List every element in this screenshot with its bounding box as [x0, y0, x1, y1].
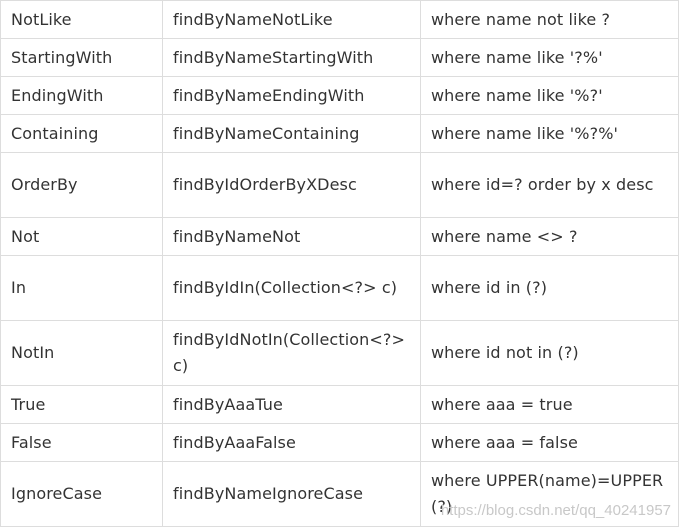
query-keyword-table-wrapper: NotLike findByNameNotLike where name not…: [0, 0, 679, 527]
table-row: Containing findByNameContaining where na…: [0, 114, 679, 153]
method-cell: findByNameStartingWith: [162, 38, 421, 77]
method-cell: findByNameNotLike: [162, 0, 421, 39]
keyword-cell: StartingWith: [0, 38, 163, 77]
keyword-cell: NotIn: [0, 320, 163, 386]
method-cell: findByNameNot: [162, 217, 421, 256]
sql-cell: where id not in (?): [420, 320, 679, 386]
table-row: In findByIdIn(Collection<?> c) where id …: [0, 255, 679, 321]
keyword-cell: In: [0, 255, 163, 321]
method-cell: findByIdIn(Collection<?> c): [162, 255, 421, 321]
table-row: NotIn findByIdNotIn(Collection<?> c) whe…: [0, 320, 679, 386]
table-row: EndingWith findByNameEndingWith where na…: [0, 76, 679, 115]
table-row: OrderBy findByIdOrderByXDesc where id=? …: [0, 152, 679, 218]
table-row: NotLike findByNameNotLike where name not…: [0, 0, 679, 39]
table-row: StartingWith findByNameStartingWith wher…: [0, 38, 679, 77]
method-cell: findByIdNotIn(Collection<?> c): [162, 320, 421, 386]
sql-cell: where name like '%?%': [420, 114, 679, 153]
sql-cell: where aaa = false: [420, 423, 679, 462]
method-cell: findByAaaTue: [162, 385, 421, 424]
keyword-cell: EndingWith: [0, 76, 163, 115]
keyword-cell: IgnoreCase: [0, 461, 163, 527]
method-cell: findByNameIgnoreCase: [162, 461, 421, 527]
keyword-cell: Containing: [0, 114, 163, 153]
method-cell: findByNameContaining: [162, 114, 421, 153]
keyword-cell: False: [0, 423, 163, 462]
method-cell: findByNameEndingWith: [162, 76, 421, 115]
sql-cell: where id=? order by x desc: [420, 152, 679, 218]
table-row: Not findByNameNot where name <> ?: [0, 217, 679, 256]
keyword-cell: NotLike: [0, 0, 163, 39]
sql-cell: where name not like ?: [420, 0, 679, 39]
sql-cell: where aaa = true: [420, 385, 679, 424]
sql-cell: where name like '?%': [420, 38, 679, 77]
watermark: https://blog.csdn.net/qq_40241957: [440, 502, 671, 519]
sql-cell: where id in (?): [420, 255, 679, 321]
keyword-cell: OrderBy: [0, 152, 163, 218]
query-keyword-table: NotLike findByNameNotLike where name not…: [0, 0, 679, 527]
table-row: True findByAaaTue where aaa = true: [0, 385, 679, 424]
keyword-cell: Not: [0, 217, 163, 256]
method-cell: findByAaaFalse: [162, 423, 421, 462]
table-row: False findByAaaFalse where aaa = false: [0, 423, 679, 462]
keyword-cell: True: [0, 385, 163, 424]
sql-cell: where name <> ?: [420, 217, 679, 256]
method-cell: findByIdOrderByXDesc: [162, 152, 421, 218]
sql-cell: where name like '%?': [420, 76, 679, 115]
